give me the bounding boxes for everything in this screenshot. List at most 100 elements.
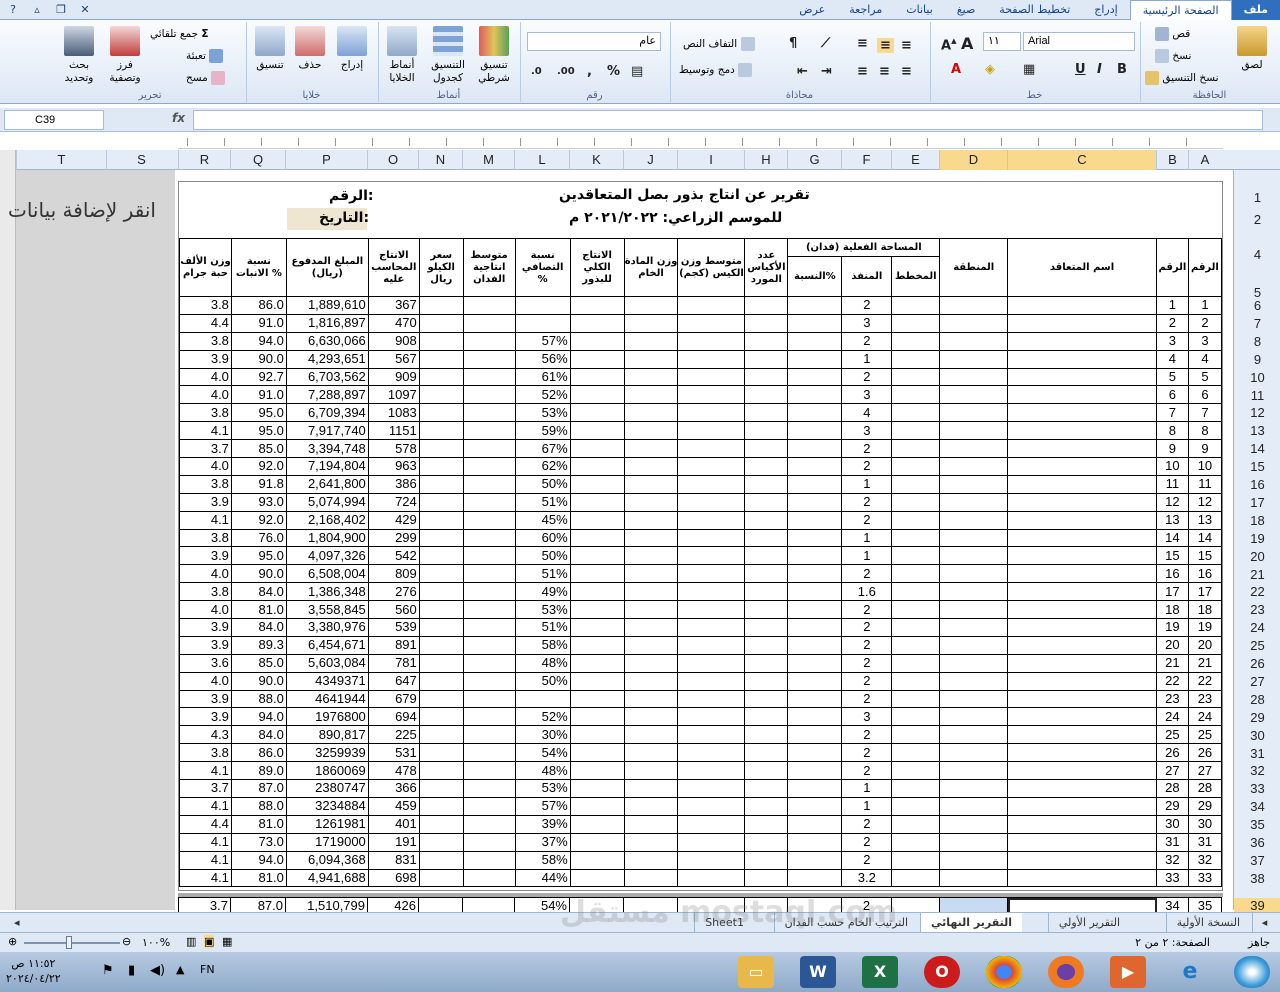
cell-d[interactable] [939,671,1009,691]
cell-n[interactable] [418,796,464,816]
cell-a[interactable]: 16 [1187,564,1222,584]
cell-k[interactable] [569,421,625,441]
row-header[interactable]: 11 [1234,388,1280,405]
cell-q[interactable]: 84.0 [230,725,287,745]
cell-k[interactable] [569,331,625,351]
cell-q[interactable]: 90.0 [230,671,287,691]
cell-r[interactable]: 4.0 [179,385,232,405]
cell-e[interactable] [891,832,941,852]
cell-r[interactable]: 4.4 [179,313,232,333]
cell-l[interactable]: 67% [514,439,571,459]
fill-color-icon[interactable]: ◈ [985,62,995,77]
cell-b[interactable]: 25 [1155,725,1189,745]
cell-c[interactable] [1007,779,1157,798]
internet-explorer-icon[interactable]: e [1172,956,1208,988]
zoom-slider[interactable] [24,942,120,944]
cell-f[interactable]: 3 [841,707,893,727]
cell-b[interactable]: 8 [1155,421,1189,441]
cell-c[interactable] [1007,725,1157,745]
cell-b[interactable]: 12 [1155,492,1189,512]
cell-i[interactable] [677,457,746,476]
cell-d[interactable] [939,600,1009,620]
cell-g[interactable] [787,296,843,315]
cell-p[interactable]: 6,703,562 [285,367,369,387]
cell-j[interactable] [623,564,679,584]
cell-e[interactable] [891,492,941,512]
cell-b[interactable]: 17 [1155,582,1189,602]
cell-n[interactable] [418,421,464,441]
cell-n[interactable] [418,313,464,333]
cell-d[interactable] [939,492,1009,512]
cell-m[interactable] [462,671,516,691]
cell-p[interactable]: 4641944 [285,689,369,709]
cell-l[interactable]: 49% [514,582,571,602]
row-header[interactable]: 10 [1234,370,1280,387]
cell-h[interactable] [744,421,789,441]
cell-d[interactable] [939,421,1009,441]
col-header-e[interactable]: E [891,150,939,170]
cell-q[interactable]: 95.0 [230,421,287,441]
cell-m[interactable] [462,743,516,763]
cell-i[interactable] [677,367,746,387]
cell-m[interactable] [462,779,516,798]
tab-home[interactable]: الصفحة الرئيسية [1129,0,1232,20]
row-header[interactable]: 6 [1234,298,1280,315]
cell-d[interactable] [939,546,1009,566]
cell-p[interactable]: 3234884 [285,796,369,816]
cell-m[interactable] [462,689,516,709]
cell-o[interactable]: 478 [367,761,420,781]
cell-j[interactable] [623,618,679,637]
cell-i[interactable] [677,439,746,459]
cell-l[interactable]: 48% [514,761,571,781]
zoom-level[interactable]: ١٠٠% [142,936,170,949]
cell-l[interactable]: 37% [514,832,571,852]
number-format-combo[interactable]: عام [527,32,661,51]
cell-f[interactable]: 2 [841,725,893,745]
cell-b[interactable]: 3 [1155,331,1189,351]
cell-q[interactable]: 94.0 [230,707,287,727]
cell-o[interactable]: 459 [367,796,420,816]
text-direction-icon[interactable]: ¶ [789,36,797,51]
cell-k[interactable] [569,796,625,816]
cell-f[interactable]: 1 [841,796,893,816]
cell-h[interactable] [744,618,789,637]
cell-h[interactable] [744,331,789,351]
zoom-thumb[interactable] [66,936,72,949]
cell-l[interactable]: 59% [514,421,571,441]
cell-l[interactable]: 30% [514,725,571,745]
cell-j[interactable] [623,707,679,727]
cell-d[interactable] [939,582,1009,602]
cell-a[interactable]: 17 [1187,582,1222,602]
merge-center-button[interactable]: دمج وتوسيط [679,62,753,79]
cell-a[interactable]: 11 [1187,474,1222,494]
cell-i[interactable] [677,653,746,673]
cell-q[interactable]: 89.0 [230,761,287,781]
col-header-g[interactable]: G [787,150,841,170]
cell-d[interactable] [939,313,1009,333]
bold-icon[interactable]: B [1117,62,1127,77]
cell-e[interactable] [891,743,941,763]
cell-g[interactable] [787,546,843,566]
cell-i[interactable] [677,349,746,369]
cell-e[interactable] [891,510,941,530]
row-header[interactable]: 15 [1234,459,1280,476]
cell-n[interactable] [418,349,464,369]
cell-b[interactable]: 9 [1155,439,1189,459]
cell-q[interactable]: 76.0 [230,528,287,548]
cell-c[interactable] [1007,439,1157,459]
row-header[interactable]: 37 [1234,853,1280,870]
cell-q[interactable]: 95.0 [230,546,287,566]
cell-g[interactable] [787,814,843,834]
cell-m[interactable] [462,510,516,530]
cell-m[interactable] [462,528,516,548]
cell-j[interactable] [623,296,679,315]
cell-l[interactable]: 50% [514,474,571,494]
cell-e[interactable] [891,439,941,459]
cell-k[interactable] [569,779,625,798]
cell-b[interactable]: 32 [1155,850,1189,870]
cell-g[interactable] [787,510,843,530]
col-header-t[interactable]: T [16,150,106,170]
cell-f[interactable]: 1 [841,349,893,369]
cell-d[interactable] [939,725,1009,745]
cell-k[interactable] [569,403,625,423]
